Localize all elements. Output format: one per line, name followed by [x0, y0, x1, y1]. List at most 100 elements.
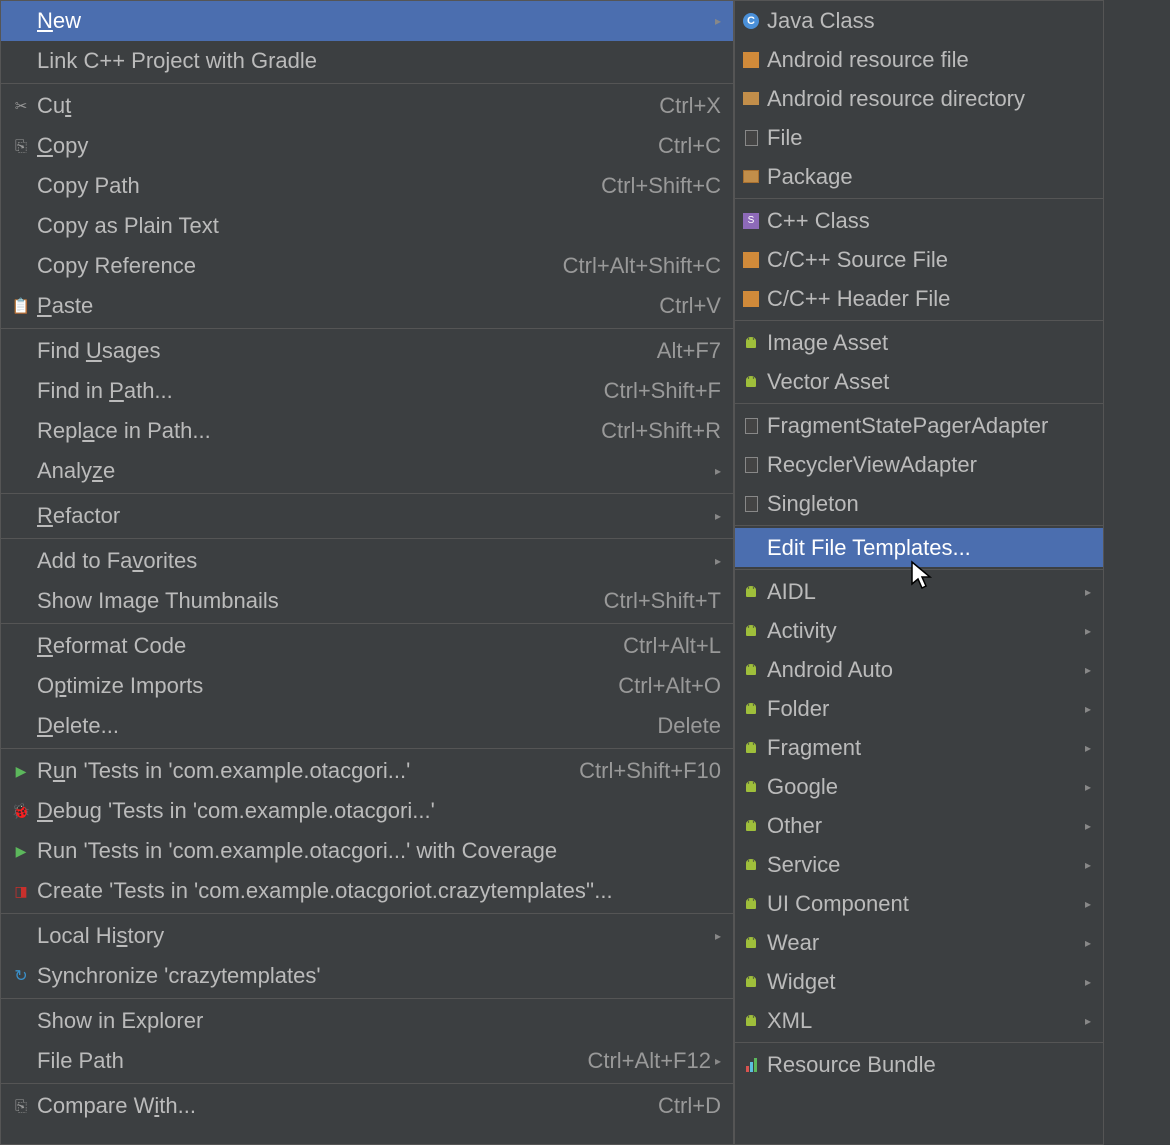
- main-menu-item-new[interactable]: New▸: [1, 1, 733, 41]
- sub-menu-item-xml[interactable]: XML▸: [735, 1001, 1103, 1040]
- main-menu-item-copy[interactable]: ⎘CopyCtrl+C: [1, 126, 733, 166]
- menu-item-label: Wear: [767, 930, 1081, 956]
- android-icon: [741, 372, 761, 392]
- main-menu-item-cut[interactable]: ✂CutCtrl+X: [1, 86, 733, 126]
- main-menu-item-run-tests-in-com-example-otacgori[interactable]: ▶Run 'Tests in 'com.example.otacgori...'…: [1, 751, 733, 791]
- main-menu-item-add-to-favorites[interactable]: Add to Favorites▸: [1, 541, 733, 581]
- android-icon: [741, 1011, 761, 1031]
- main-menu-item-local-history[interactable]: Local History▸: [1, 916, 733, 956]
- sub-menu-item-c-class[interactable]: SC++ Class: [735, 201, 1103, 240]
- main-menu-item-optimize-imports[interactable]: Optimize ImportsCtrl+Alt+O: [1, 666, 733, 706]
- sub-menu-item-google[interactable]: Google▸: [735, 767, 1103, 806]
- menu-separator: [1, 1083, 733, 1084]
- menu-item-shortcut: Ctrl+Alt+L: [607, 633, 721, 659]
- menu-item-label: UI Component: [767, 891, 1081, 917]
- sub-menu-item-package[interactable]: Package: [735, 157, 1103, 196]
- main-menu-item-copy-as-plain-text[interactable]: Copy as Plain Text: [1, 206, 733, 246]
- sub-menu-item-resource-bundle[interactable]: Resource Bundle: [735, 1045, 1103, 1084]
- sub-menu-item-android-resource-directory[interactable]: Android resource directory: [735, 79, 1103, 118]
- context-menu-main: New▸ Link C++ Project with Gradle ✂CutCtrl…: [0, 0, 734, 1145]
- menu-item-label: Folder: [767, 696, 1081, 722]
- sub-menu-item-service[interactable]: Service▸: [735, 845, 1103, 884]
- main-menu-item-refactor[interactable]: Refactor▸: [1, 496, 733, 536]
- submenu-arrow-icon: ▸: [1081, 975, 1091, 989]
- menu-item-label: Synchronize 'crazytemplates': [37, 963, 721, 989]
- menu-item-label: C/C++ Header File: [767, 286, 1091, 312]
- sub-menu-item-java-class[interactable]: CJava Class: [735, 1, 1103, 40]
- android-icon: [741, 894, 761, 914]
- sub-menu-item-file[interactable]: File: [735, 118, 1103, 157]
- menu-item-label: Android Auto: [767, 657, 1081, 683]
- sub-menu-item-other[interactable]: Other▸: [735, 806, 1103, 845]
- menu-item-label: Debug 'Tests in 'com.example.otacgori...…: [37, 798, 721, 824]
- main-menu-item-copy-reference[interactable]: Copy ReferenceCtrl+Alt+Shift+C: [1, 246, 733, 286]
- main-menu-item-link-c-project-with-gradle[interactable]: Link C++ Project with Gradle: [1, 41, 733, 81]
- menu-item-label: Activity: [767, 618, 1081, 644]
- android-icon: [741, 621, 761, 641]
- sub-menu-item-folder[interactable]: Folder▸: [735, 689, 1103, 728]
- sync-icon: ↻: [11, 966, 31, 986]
- main-menu-item-replace-in-path[interactable]: Replace in Path...Ctrl+Shift+R: [1, 411, 733, 451]
- main-menu-item-synchronize-crazytemplates[interactable]: ↻ Synchronize 'crazytemplates': [1, 956, 733, 996]
- submenu-arrow-icon: ▸: [1081, 780, 1091, 794]
- main-menu-item-run-tests-in-com-example-otacgori-with-c[interactable]: ▶Run 'Tests in 'com.example.otacgori...'…: [1, 831, 733, 871]
- sub-menu-item-c-c-header-file[interactable]: C/C++ Header File: [735, 279, 1103, 318]
- submenu-arrow-icon: ▸: [1081, 936, 1091, 950]
- menu-item-shortcut: Ctrl+C: [642, 133, 721, 159]
- sub-menu-item-recyclerviewadapter[interactable]: RecyclerViewAdapter: [735, 445, 1103, 484]
- android-icon: [741, 333, 761, 353]
- menu-separator: [1, 328, 733, 329]
- sub-menu-item-fragment[interactable]: Fragment▸: [735, 728, 1103, 767]
- android-icon: [741, 777, 761, 797]
- chart-icon: [741, 1055, 761, 1075]
- android-icon: [741, 699, 761, 719]
- main-menu-item-file-path[interactable]: File PathCtrl+Alt+F12▸: [1, 1041, 733, 1081]
- main-menu-item-copy-path[interactable]: Copy PathCtrl+Shift+C: [1, 166, 733, 206]
- main-menu-item-analyze[interactable]: Analyze▸: [1, 451, 733, 491]
- menu-item-label: Replace in Path...: [37, 418, 585, 444]
- sub-menu-item-android-auto[interactable]: Android Auto▸: [735, 650, 1103, 689]
- sub-menu-item-image-asset[interactable]: Image Asset: [735, 323, 1103, 362]
- hdr-icon: [741, 289, 761, 309]
- menu-item-label: C/C++ Source File: [767, 247, 1091, 273]
- sub-menu-item-fragmentstatepageradapter[interactable]: FragmentStatePagerAdapter: [735, 406, 1103, 445]
- submenu-arrow-icon: ▸: [1081, 897, 1091, 911]
- sub-menu-item-vector-asset[interactable]: Vector Asset: [735, 362, 1103, 401]
- sub-menu-item-widget[interactable]: Widget▸: [735, 962, 1103, 1001]
- menu-item-label: Show Image Thumbnails: [37, 588, 588, 614]
- main-menu-item-delete[interactable]: Delete...Delete: [1, 706, 733, 746]
- menu-item-label: Refactor: [37, 503, 711, 529]
- android-icon: [741, 855, 761, 875]
- main-menu-item-show-image-thumbnails[interactable]: Show Image ThumbnailsCtrl+Shift+T: [1, 581, 733, 621]
- file-icon: [741, 416, 761, 436]
- menu-item-label: Analyze: [37, 458, 711, 484]
- main-menu-item-reformat-code[interactable]: Reformat CodeCtrl+Alt+L: [1, 626, 733, 666]
- run-icon: ▶: [11, 761, 31, 781]
- sub-menu-item-android-resource-file[interactable]: Android resource file: [735, 40, 1103, 79]
- sub-menu-item-c-c-source-file[interactable]: C/C++ Source File: [735, 240, 1103, 279]
- compare-icon: ⎘: [11, 1096, 31, 1116]
- main-menu-item-compare-with[interactable]: ⎘Compare With...Ctrl+D: [1, 1086, 733, 1126]
- menu-item-label: Link C++ Project with Gradle: [37, 48, 721, 74]
- menu-item-label: Widget: [767, 969, 1081, 995]
- android-icon: [741, 933, 761, 953]
- sub-menu-item-edit-file-templates[interactable]: Edit File Templates...: [735, 528, 1103, 567]
- sub-menu-item-activity[interactable]: Activity▸: [735, 611, 1103, 650]
- menu-item-shortcut: Ctrl+X: [643, 93, 721, 119]
- menu-item-label: Vector Asset: [767, 369, 1091, 395]
- main-menu-item-paste[interactable]: 📋PasteCtrl+V: [1, 286, 733, 326]
- android-icon: [741, 660, 761, 680]
- sub-menu-item-aidl[interactable]: AIDL▸: [735, 572, 1103, 611]
- copy-icon: ⎘: [11, 136, 31, 156]
- main-menu-item-debug-tests-in-com-example-otacgori[interactable]: 🐞Debug 'Tests in 'com.example.otacgori..…: [1, 791, 733, 831]
- main-menu-item-find-usages[interactable]: Find UsagesAlt+F7: [1, 331, 733, 371]
- main-menu-item-show-in-explorer[interactable]: Show in Explorer: [1, 1001, 733, 1041]
- menu-item-label: Image Asset: [767, 330, 1091, 356]
- menu-item-label: Java Class: [767, 8, 1091, 34]
- main-menu-item-create-tests-in-com-example-otacgoriot-c[interactable]: ◨Create 'Tests in 'com.example.otacgorio…: [1, 871, 733, 911]
- menu-separator: [735, 525, 1103, 526]
- sub-menu-item-singleton[interactable]: Singleton: [735, 484, 1103, 523]
- sub-menu-item-ui-component[interactable]: UI Component▸: [735, 884, 1103, 923]
- sub-menu-item-wear[interactable]: Wear▸: [735, 923, 1103, 962]
- main-menu-item-find-in-path[interactable]: Find in Path...Ctrl+Shift+F: [1, 371, 733, 411]
